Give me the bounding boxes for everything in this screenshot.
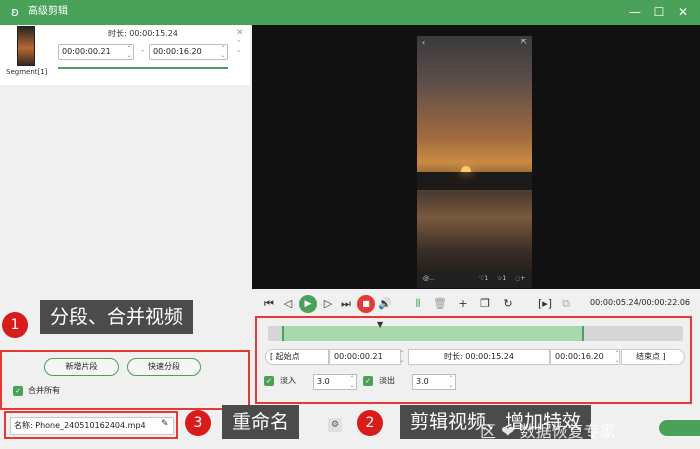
app-window: ʚ 高级剪辑 — ☐ ✕ Segment[1] 时长: 00:00:15.24 … bbox=[0, 0, 700, 449]
stop-button[interactable]: ■ bbox=[357, 295, 375, 313]
annotation-box-3 bbox=[4, 411, 178, 439]
mark-in-icon[interactable]: [▸] bbox=[537, 296, 553, 312]
annotation-3-badge: 3 bbox=[185, 410, 211, 436]
title-bar: ʚ 高级剪辑 — ☐ ✕ bbox=[0, 0, 700, 25]
volume-icon[interactable]: 🔊 bbox=[377, 296, 393, 312]
watermark: 区 ❤ 数据恢复专家 bbox=[480, 422, 616, 441]
settings-gear-icon[interactable]: ⚙ bbox=[328, 418, 342, 432]
play-button[interactable]: ▶ bbox=[299, 295, 317, 313]
video-sun bbox=[461, 166, 471, 172]
segment-start-stepper[interactable]: ⌃ ⌄ bbox=[125, 45, 133, 59]
segment-end-stepper[interactable]: ⌃ ⌄ bbox=[219, 45, 227, 59]
video-horizon bbox=[417, 172, 532, 190]
rabbit-logo-icon: ʚ bbox=[11, 5, 19, 19]
split-icon[interactable]: ⦀ bbox=[410, 296, 426, 312]
add-icon[interactable]: + bbox=[455, 296, 471, 312]
segment-close-icon[interactable]: ✕ bbox=[236, 28, 244, 38]
video-back-icon: ‹ bbox=[422, 38, 426, 47]
video-share-icon: ⇱ bbox=[521, 38, 527, 46]
minimize-button[interactable]: — bbox=[626, 3, 644, 21]
segment-start-input[interactable]: 00:00:00.21 bbox=[58, 44, 134, 60]
video-overlay-text: @... bbox=[423, 275, 435, 282]
copy-icon[interactable]: ❐ bbox=[477, 296, 493, 312]
annotation-box-2 bbox=[255, 316, 692, 404]
segment-thumbnail[interactable] bbox=[17, 26, 35, 66]
video-frame bbox=[417, 36, 532, 288]
mark-out-icon[interactable]: ⧉ bbox=[558, 296, 574, 312]
close-button[interactable]: ✕ bbox=[674, 3, 692, 21]
next-frame-icon[interactable]: ▷ bbox=[320, 296, 336, 312]
video-comments: ◌+ bbox=[515, 275, 526, 282]
video-overlay-bar: @... ♡1 ☆1 ◌+ bbox=[417, 270, 532, 288]
export-button[interactable] bbox=[659, 420, 700, 436]
annotation-2-badge: 2 bbox=[357, 410, 383, 436]
annotation-1-badge: 1 bbox=[2, 312, 28, 338]
maximize-button[interactable]: ☐ bbox=[650, 3, 668, 21]
segment-duration: 时长: 00:00:15.24 bbox=[108, 29, 178, 38]
skip-end-icon[interactable]: ⏭ bbox=[338, 296, 354, 312]
playback-timecode: 00:00:05.24/00:00:22.06 bbox=[590, 298, 690, 307]
annotation-3-callout: 重命名 bbox=[222, 405, 300, 439]
delete-icon[interactable]: 🗑 bbox=[432, 296, 448, 312]
prev-frame-icon[interactable]: ◁ bbox=[280, 296, 296, 312]
rotate-icon[interactable]: ↻ bbox=[500, 296, 516, 312]
annotation-1-callout: 分段、合并视频 bbox=[40, 300, 194, 334]
video-stars: ☆1 bbox=[497, 275, 507, 282]
annotation-box-1 bbox=[0, 350, 250, 410]
video-likes: ♡1 bbox=[479, 275, 489, 282]
segment-dash: - bbox=[141, 46, 144, 55]
window-title: 高级剪辑 bbox=[28, 6, 68, 17]
segment-progress-bar bbox=[58, 67, 228, 69]
skip-start-icon[interactable]: ⏮ bbox=[261, 296, 277, 312]
segment-end-input[interactable]: 00:00:16.20 bbox=[149, 44, 228, 60]
segment-reorder-icon[interactable]: ⌃ ⌄ bbox=[236, 40, 242, 54]
segment-label: Segment[1] bbox=[6, 68, 48, 76]
